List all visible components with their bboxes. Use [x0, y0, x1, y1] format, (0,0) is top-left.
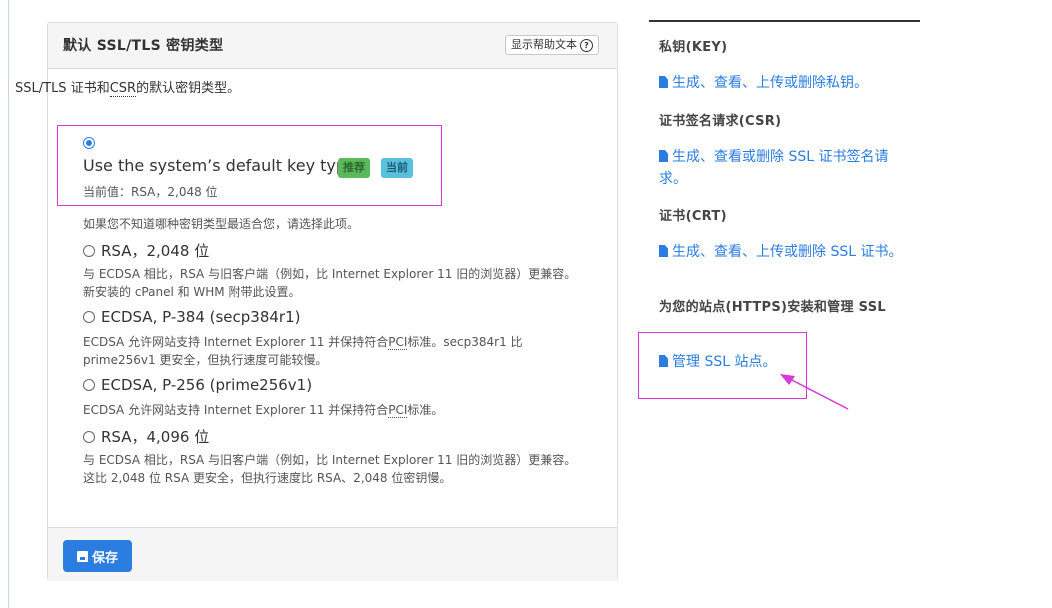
- annotation-arrow-icon: [780, 374, 849, 410]
